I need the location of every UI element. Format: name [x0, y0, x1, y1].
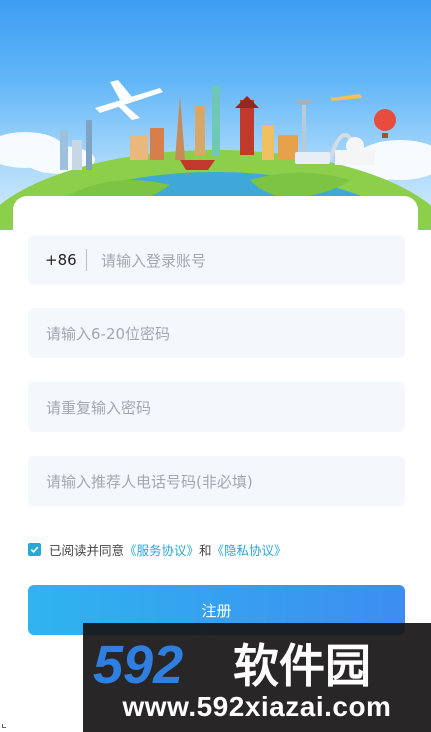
agreement-text: 已阅读并同意 [49, 543, 125, 558]
referrer-field[interactable]: 请输入推荐人电话号码(非必填) [28, 456, 405, 506]
privacy-agreement-link[interactable]: 《隐私协议》 [212, 540, 287, 559]
account-field[interactable]: +86 请输入登录账号 [28, 235, 405, 285]
corner-mark [2, 724, 6, 728]
watermark-url: www.592xiazai.com [122, 691, 392, 722]
svg-text:软件园: 软件园 [233, 639, 371, 691]
repeat-password-field[interactable]: 请重复输入密码 [28, 382, 405, 432]
repeat-password-input[interactable]: 请重复输入密码 [28, 397, 151, 418]
agreement-checkbox[interactable] [28, 543, 41, 556]
agreement-conjunction: 和 [199, 543, 212, 558]
password-input[interactable]: 请输入6-20位密码 [28, 323, 170, 344]
agreement-row: 已阅读并同意 《服务协议》 和 《隐私协议》 [28, 540, 287, 559]
referrer-input[interactable]: 请输入推荐人电话号码(非必填) [28, 471, 253, 492]
service-agreement-link[interactable]: 《服务协议》 [124, 540, 199, 559]
watermark-overlay: 592 软件园 www.592xiazai.com [83, 623, 431, 732]
svg-text:592: 592 [93, 635, 183, 691]
account-input[interactable]: 请输入登录账号 [101, 250, 206, 271]
prefix-divider [86, 249, 87, 271]
password-field[interactable]: 请输入6-20位密码 [28, 308, 405, 358]
watermark-logo: 592 软件园 [93, 635, 371, 691]
check-icon [30, 546, 39, 554]
phone-prefix[interactable]: +86 [28, 251, 86, 269]
